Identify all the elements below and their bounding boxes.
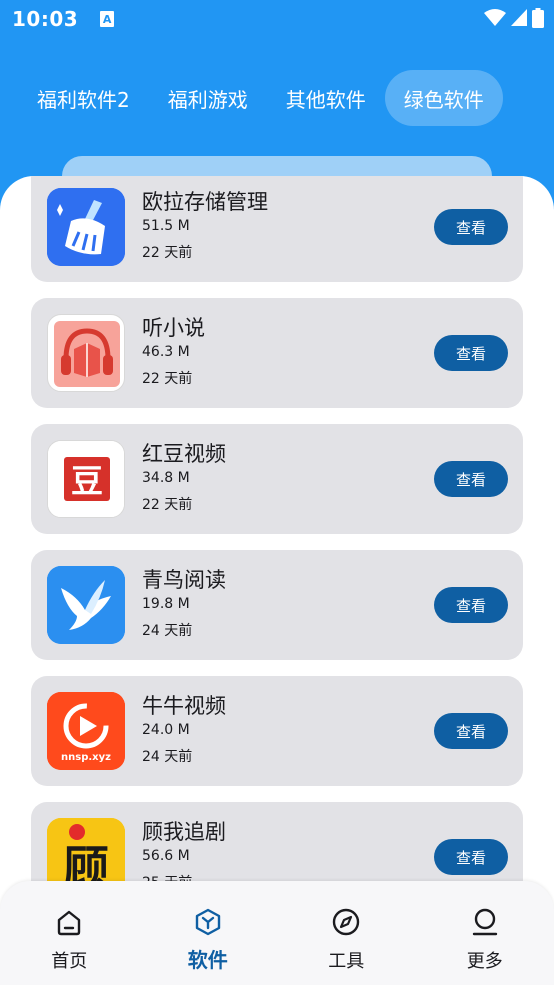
view-button[interactable]: 查看 [434,713,508,749]
nav-label: 软件 [187,948,228,972]
notification-icon: A [100,11,115,27]
view-button[interactable]: 查看 [434,335,508,371]
battery-icon [532,8,544,28]
app-name: 牛牛视频 [142,694,226,718]
app-list[interactable]: 欧拉存储管理 51.5 M 22 天前 查看 听小说 46.3 M 22 天前 … [31,176,523,928]
home-icon [58,910,81,936]
tab-fuli-games[interactable]: 福利游戏 [149,70,267,126]
headphones-book-icon [47,314,125,392]
nav-tools[interactable]: 工具 [277,881,416,985]
app-updated-time: 22 天前 [142,245,193,261]
app-size: 51.5 M [142,218,190,234]
nav-label: 工具 [328,951,365,972]
view-button[interactable]: 查看 [434,587,508,623]
status-icons [484,8,544,28]
app-name: 顾我追剧 [142,820,226,844]
list-item[interactable]: 欧拉存储管理 51.5 M 22 天前 查看 [31,176,523,282]
list-item[interactable]: nnsp.xyz 牛牛视频 24.0 M 24 天前 查看 [31,676,523,786]
view-button[interactable]: 查看 [434,209,508,245]
person-icon [472,908,497,936]
status-bar: 10:03 A [0,0,554,38]
software-hexagon-icon [195,908,220,936]
nav-label: 更多 [466,951,503,972]
app-list-sheet[interactable]: 欧拉存储管理 51.5 M 22 天前 查看 听小说 46.3 M 22 天前 … [0,176,554,985]
app-updated-time: 22 天前 [142,371,193,387]
bird-icon [47,566,125,644]
category-tabs: 福利软件2 福利游戏 其他软件 绿色软件 [18,70,554,126]
tab-fuli-software-2[interactable]: 福利软件2 [18,70,149,126]
dou-character-icon: 豆 [47,440,125,518]
app-name: 红豆视频 [142,442,226,466]
view-button[interactable]: 查看 [434,461,508,497]
app-size: 24.0 M [142,722,190,738]
list-item[interactable]: 听小说 46.3 M 22 天前 查看 [31,298,523,408]
icon-caption: nnsp.xyz [61,752,111,763]
tab-other-software[interactable]: 其他软件 [267,70,385,126]
app-size: 56.6 M [142,848,190,864]
icon-glyph: 豆 [70,462,103,500]
broom-cleaner-icon [47,188,125,266]
nav-more[interactable]: 更多 [416,881,554,985]
app-updated-time: 22 天前 [142,497,193,513]
app-size: 34.8 M [142,470,190,486]
tab-green-software[interactable]: 绿色软件 [384,70,503,126]
nav-label: 首页 [51,951,88,972]
app-name: 听小说 [142,316,205,340]
list-item[interactable]: 青鸟阅读 19.8 M 24 天前 查看 [31,550,523,660]
wifi-icon [484,9,506,26]
app-name: 欧拉存储管理 [142,190,268,214]
compass-icon [333,908,360,936]
list-item[interactable]: 豆 红豆视频 34.8 M 22 天前 查看 [31,424,523,534]
signal-icon [511,9,527,26]
nav-home[interactable]: 首页 [0,881,139,985]
nav-software[interactable]: 软件 [139,881,278,985]
view-button[interactable]: 查看 [434,839,508,875]
app-updated-time: 24 天前 [142,749,193,765]
bottom-navigation: 首页 软件 工具 更多 [0,881,554,985]
app-size: 19.8 M [142,596,190,612]
app-updated-time: 24 天前 [142,623,193,639]
play-video-icon: nnsp.xyz [47,692,125,770]
app-size: 46.3 M [142,344,190,360]
status-time: 10:03 [12,7,79,31]
app-name: 青鸟阅读 [142,568,226,592]
